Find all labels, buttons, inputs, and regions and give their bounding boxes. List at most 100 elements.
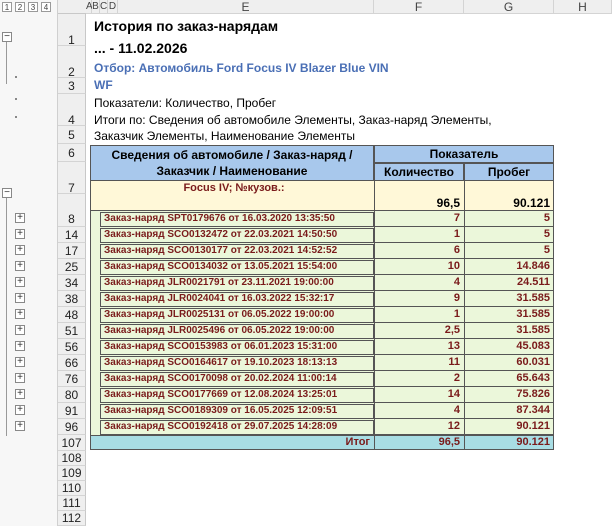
row-header-107[interactable]: 107 <box>58 435 86 451</box>
row-header-96[interactable]: 96 <box>58 419 86 435</box>
row-header-5[interactable]: 5 <box>58 126 86 144</box>
order-mileage: 5 <box>543 228 550 240</box>
row-header-34[interactable]: 34 <box>58 275 86 291</box>
order-qty: 6 <box>453 244 460 256</box>
order-qty: 2,5 <box>444 324 460 336</box>
plus-box-icon[interactable]: + <box>15 277 25 287</box>
plus-box-icon[interactable]: + <box>15 213 25 223</box>
order-qty: 7 <box>453 212 460 224</box>
order-qty: 12 <box>447 420 460 432</box>
row-header-109[interactable]: 109 <box>58 466 86 481</box>
order-mileage: 14.846 <box>516 260 550 272</box>
row-header-48[interactable]: 48 <box>58 307 86 323</box>
plus-box-icon[interactable]: + <box>15 373 25 383</box>
row-header-3[interactable]: 3 <box>58 78 86 94</box>
order-mileage: 24.511 <box>516 276 550 288</box>
row-header-108[interactable]: 108 <box>58 451 86 466</box>
order-mileage: 60.031 <box>516 356 550 368</box>
plus-box-icon[interactable]: + <box>15 341 25 351</box>
column-header-h[interactable]: H <box>554 0 612 14</box>
outline-level-1-button[interactable]: 1 <box>2 2 12 12</box>
plus-box-icon[interactable]: + <box>15 389 25 399</box>
total-label: Итог <box>345 436 370 448</box>
row-header-14[interactable]: 14 <box>58 227 86 243</box>
row-header-7[interactable]: 7 <box>58 162 86 195</box>
plus-box-icon[interactable]: + <box>15 405 25 415</box>
order-qty: 1 <box>453 308 460 320</box>
row-header-91[interactable]: 91 <box>58 403 86 419</box>
plus-box-icon[interactable]: + <box>15 325 25 335</box>
minus-box-icon[interactable]: − <box>2 32 12 42</box>
plus-box-icon[interactable]: + <box>15 261 25 271</box>
order-mileage: 75.826 <box>516 388 550 400</box>
row-header-56[interactable]: 56 <box>58 339 86 355</box>
plus-box-icon[interactable]: + <box>15 229 25 239</box>
order-mileage: 87.344 <box>516 404 550 416</box>
order-name: Заказ-наряд JLR0025131 от 06.05.2022 19:… <box>104 309 335 320</box>
row-header-110[interactable]: 110 <box>58 481 86 496</box>
outline-level-3-button[interactable]: 3 <box>28 2 38 12</box>
order-name: Заказ-наряд SCO0189309 от 16.05.2025 12:… <box>104 405 338 416</box>
row-header-112[interactable]: 112 <box>58 511 86 526</box>
total-divider <box>464 435 465 450</box>
plus-box-icon[interactable]: + <box>15 357 25 367</box>
indicator-header[interactable]: Показатель <box>374 145 554 163</box>
order-name: Заказ-наряд JLR0024041 от 16.03.2022 15:… <box>104 293 335 304</box>
plus-box-icon[interactable]: + <box>15 421 25 431</box>
row-header-4[interactable]: 4 <box>58 94 86 127</box>
order-name: Заказ-наряд SCO0153983 от 06.01.2023 15:… <box>104 341 338 352</box>
order-name: Заказ-наряд SCO0164617 от 19.10.2023 18:… <box>104 357 338 368</box>
row-header-38[interactable]: 38 <box>58 291 86 307</box>
totals-line-2: Заказчик Элементы, Наименование Элементы <box>94 129 355 143</box>
column-header-f[interactable]: F <box>374 0 464 14</box>
row-header-80[interactable]: 80 <box>58 387 86 403</box>
row-header-6[interactable]: 6 <box>58 144 86 162</box>
order-qty: 1 <box>453 228 460 240</box>
outline-dot <box>15 98 17 100</box>
outline-dot <box>15 116 17 118</box>
total-divider <box>374 435 375 450</box>
mileage-header[interactable]: Пробег <box>464 163 554 181</box>
column-header-b[interactable]: B <box>92 0 100 14</box>
order-name: Заказ-наряд SCO0130177 от 22.03.2021 14:… <box>104 245 338 256</box>
filter-line-2: WF <box>94 78 113 92</box>
indicators-text: Показатели: Количество, Пробег <box>94 96 277 110</box>
column-header-e[interactable]: E <box>118 0 374 14</box>
row-header-17[interactable]: 17 <box>58 243 86 259</box>
order-name: Заказ-наряд SCO0192418 от 29.07.2025 14:… <box>104 421 338 432</box>
order-mileage: 5 <box>543 212 550 224</box>
column-header-d[interactable]: D <box>108 0 118 14</box>
order-name: Заказ-наряд SCO0177669 от 12.08.2024 13:… <box>104 389 338 400</box>
filter-line-1: Отбор: Автомобиль Ford Focus IV Blazer B… <box>94 61 389 75</box>
row-header-51[interactable]: 51 <box>58 323 86 339</box>
order-mileage: 31.585 <box>516 292 550 304</box>
column-header-c[interactable]: C <box>100 0 108 14</box>
row-header-111[interactable]: 111 <box>58 496 86 511</box>
car-label: Focus IV; №кузов.: <box>183 182 285 194</box>
row-header-25[interactable]: 25 <box>58 259 86 275</box>
plus-box-icon[interactable]: + <box>15 309 25 319</box>
order-qty: 13 <box>447 340 460 352</box>
order-qty: 11 <box>448 356 460 368</box>
total-mileage: 90.121 <box>516 436 550 448</box>
plus-box-icon[interactable]: + <box>15 293 25 303</box>
qty-header[interactable]: Количество <box>374 163 464 181</box>
row-header-66[interactable]: 66 <box>58 355 86 371</box>
row-header-8[interactable]: 8 <box>58 211 86 227</box>
plus-box-icon[interactable]: + <box>15 245 25 255</box>
outline-level-2-button[interactable]: 2 <box>15 2 25 12</box>
column-header-g[interactable]: G <box>464 0 554 14</box>
minus-box-icon[interactable]: − <box>2 188 12 198</box>
order-mileage: 31.585 <box>516 324 550 336</box>
order-qty: 10 <box>447 260 460 272</box>
outline-bracket-line <box>6 42 7 84</box>
row-header-2[interactable]: 2 <box>58 46 86 79</box>
report-title: История по заказ-нарядам <box>94 18 279 34</box>
outline-level-4-button[interactable]: 4 <box>41 2 51 12</box>
car-qty: 96,5 <box>436 196 460 210</box>
row-header-1[interactable]: 1 <box>58 14 86 47</box>
order-mileage: 31.585 <box>516 308 550 320</box>
row-header-76[interactable]: 76 <box>58 371 86 387</box>
order-name: Заказ-наряд JLR0021791 от 23.11.2021 19:… <box>104 277 334 288</box>
order-mileage: 65.643 <box>516 372 550 384</box>
